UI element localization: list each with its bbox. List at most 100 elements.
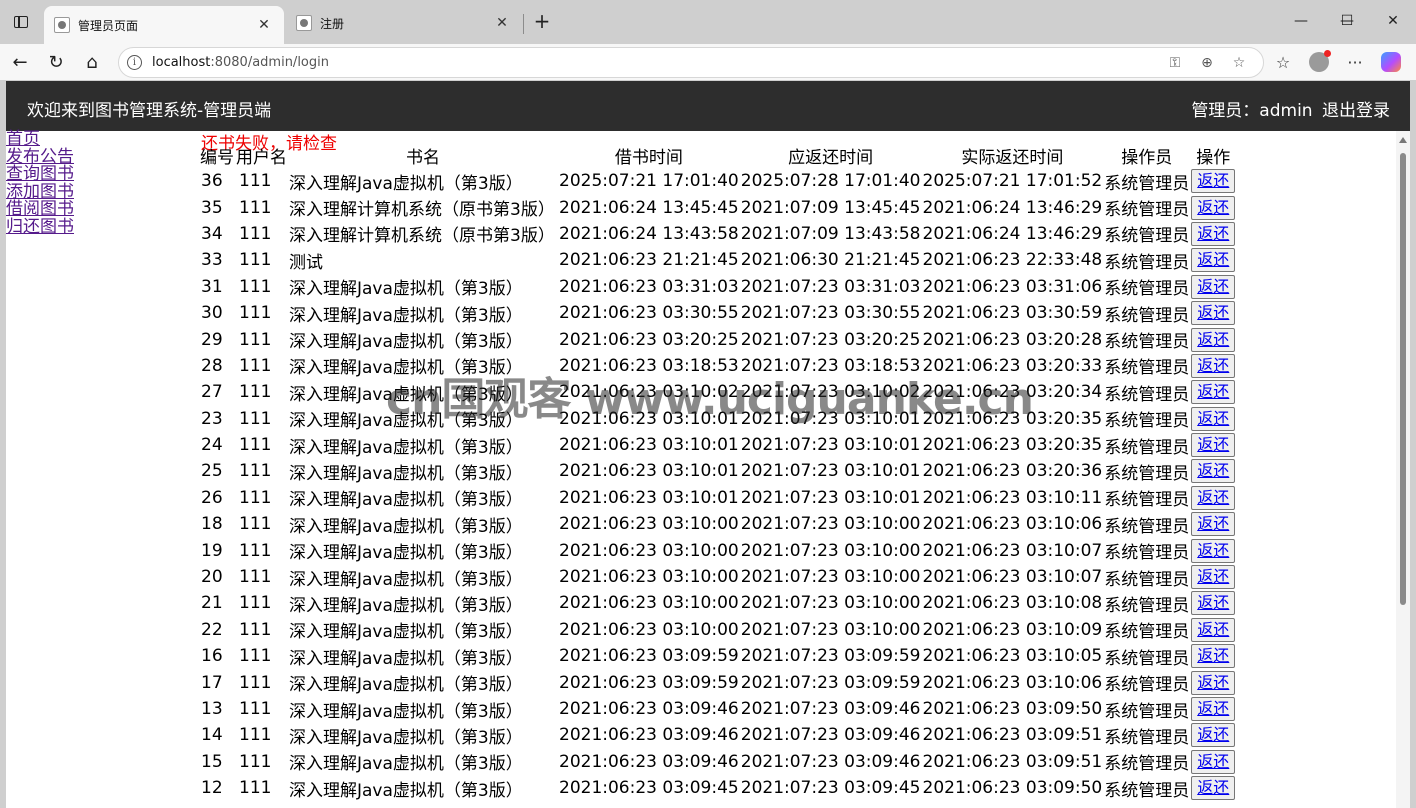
cell-username: 111 bbox=[239, 461, 272, 482]
tab-close-icon[interactable]: ✕ bbox=[256, 17, 272, 33]
return-button[interactable]: 返还 bbox=[1191, 221, 1236, 246]
cell-return-time: 2021:06:23 03:20:33 bbox=[922, 355, 1103, 376]
return-button[interactable]: 返还 bbox=[1191, 406, 1236, 431]
window-close-icon[interactable]: ✕ bbox=[1370, 8, 1416, 34]
return-button[interactable]: 返还 bbox=[1191, 538, 1236, 563]
return-button[interactable]: 返还 bbox=[1191, 565, 1236, 590]
cell-id: 14 bbox=[201, 725, 223, 746]
return-button[interactable]: 返还 bbox=[1191, 485, 1236, 510]
user-area: 管理员：admin 退出登录 bbox=[1187, 96, 1390, 121]
cell-action: 返还 bbox=[1190, 511, 1236, 537]
scroll-up-icon[interactable] bbox=[1399, 137, 1407, 143]
return-button[interactable]: 返还 bbox=[1191, 248, 1236, 273]
return-button[interactable]: 返还 bbox=[1191, 617, 1236, 642]
cell-return-time: 2021:06:24 13:46:29 bbox=[922, 197, 1103, 218]
profile-avatar[interactable] bbox=[1306, 49, 1332, 75]
logout-link[interactable]: 退出登录 bbox=[1322, 101, 1390, 121]
cell-id: 36 bbox=[201, 171, 223, 192]
return-button[interactable]: 返还 bbox=[1191, 776, 1236, 801]
cell-return-time: 2021:06:23 03:09:50 bbox=[922, 699, 1103, 719]
cell-username: 111 bbox=[239, 619, 272, 640]
return-button[interactable]: 返还 bbox=[1191, 459, 1236, 484]
return-button[interactable]: 返还 bbox=[1191, 433, 1236, 458]
return-button[interactable]: 返还 bbox=[1191, 327, 1236, 352]
cell-action: 返还 bbox=[1190, 221, 1236, 247]
new-tab-icon[interactable]: + bbox=[531, 10, 553, 34]
cell-due-time: 2021:07:23 03:10:00 bbox=[740, 540, 921, 561]
return-button[interactable]: 返还 bbox=[1191, 301, 1236, 326]
cell-borrow-time: 2021:06:23 03:10:01 bbox=[559, 487, 739, 508]
nav-return-book[interactable]: 归还图书 bbox=[6, 218, 96, 237]
return-button[interactable]: 返还 bbox=[1191, 380, 1236, 405]
cell-username: 111 bbox=[239, 540, 272, 561]
table-row: 33 111 测试 2021:06:23 21:21:45 2021:06:30 21:… bbox=[199, 247, 1236, 273]
nav-home[interactable]: 首页 bbox=[6, 130, 96, 149]
return-button[interactable]: 返还 bbox=[1191, 749, 1236, 774]
return-button[interactable]: 返还 bbox=[1191, 512, 1236, 537]
cell-username: 111 bbox=[239, 593, 272, 614]
cell-action: 返还 bbox=[1190, 353, 1236, 379]
cell-borrow-time: 2021:06:23 03:09:46 bbox=[559, 751, 739, 772]
return-button[interactable]: 返还 bbox=[1191, 353, 1236, 378]
url-text[interactable]: localhost:8080/admin/login bbox=[152, 55, 329, 70]
return-button[interactable]: 返还 bbox=[1191, 644, 1236, 669]
copilot-button[interactable] bbox=[1378, 49, 1404, 75]
favorite-star-icon[interactable]: ☆ bbox=[1229, 53, 1249, 73]
minimize-icon[interactable]: — bbox=[1278, 8, 1324, 34]
tab-register[interactable]: 注册 ✕ bbox=[286, 6, 522, 40]
cell-id: 24 bbox=[201, 435, 223, 456]
home-icon[interactable]: ⌂ bbox=[78, 49, 106, 75]
tab-admin-page[interactable]: 管理员页面 ✕ bbox=[44, 6, 284, 44]
zoom-icon[interactable]: ⊕ bbox=[1197, 53, 1217, 73]
cell-username: 111 bbox=[239, 303, 272, 324]
tab-title: 管理员页面 bbox=[78, 18, 139, 33]
tab-close-icon[interactable]: ✕ bbox=[494, 15, 510, 31]
cell-due-time: 2021:07:23 03:31:03 bbox=[740, 276, 921, 297]
cell-return-time: 2021:06:23 03:20:34 bbox=[922, 382, 1103, 403]
cell-operator: 系统管理员 bbox=[1104, 279, 1190, 300]
return-button[interactable]: 返还 bbox=[1191, 697, 1236, 721]
cell-return-time: 2021:06:23 03:10:06 bbox=[922, 514, 1103, 535]
cell-borrow-time: 2021:06:23 03:09:46 bbox=[559, 699, 739, 719]
cell-book: 深入理解Java虚拟机（第3版） bbox=[289, 411, 523, 432]
cell-action: 返还 bbox=[1190, 300, 1236, 326]
reload-icon[interactable]: ↻ bbox=[42, 49, 70, 75]
return-button[interactable]: 返还 bbox=[1191, 723, 1236, 748]
cell-operator: 系统管理员 bbox=[1104, 490, 1190, 511]
return-button[interactable]: 返还 bbox=[1191, 169, 1236, 194]
cell-due-time: 2021:07:23 03:30:55 bbox=[740, 303, 921, 324]
table-row: 36 111 深入理解Java虚拟机（第3版） 2025:07:21 17:01:40… bbox=[199, 168, 1236, 194]
return-button[interactable]: 返还 bbox=[1191, 670, 1236, 695]
cell-action: 返还 bbox=[1190, 458, 1236, 484]
cell-operator: 系统管理员 bbox=[1104, 305, 1190, 326]
vertical-scrollbar[interactable] bbox=[1396, 131, 1410, 808]
key-icon[interactable]: ⚿ bbox=[1165, 53, 1185, 73]
favicon-icon bbox=[296, 15, 312, 31]
more-menu-icon[interactable]: ··· bbox=[1342, 49, 1368, 75]
cell-username: 111 bbox=[239, 778, 272, 799]
table-row: 24 111 深入理解Java虚拟机（第3版） 2021:06:23 03:10:01… bbox=[199, 432, 1236, 458]
cell-book: 深入理解Java虚拟机（第3版） bbox=[289, 516, 523, 537]
scroll-thumb[interactable] bbox=[1400, 153, 1406, 605]
favorites-icon[interactable]: ☆ bbox=[1270, 49, 1296, 75]
cell-book: 深入理解Java虚拟机（第3版） bbox=[289, 648, 523, 669]
address-bar[interactable]: i localhost:8080/admin/login ⚿ ⊕ ☆ bbox=[118, 47, 1264, 78]
return-button[interactable]: 返还 bbox=[1191, 274, 1236, 299]
back-icon[interactable]: ← bbox=[6, 49, 34, 75]
col-return-time: 实际返还时间 bbox=[961, 148, 1064, 168]
cell-action: 返还 bbox=[1190, 194, 1236, 220]
table-row: 20 111 深入理解Java虚拟机（第3版） 2021:06:23 03:10:00… bbox=[199, 564, 1236, 590]
cell-username: 111 bbox=[239, 672, 272, 693]
return-button[interactable]: 返还 bbox=[1191, 591, 1236, 616]
cell-borrow-time: 2021:06:23 03:18:53 bbox=[559, 355, 739, 376]
cell-operator: 系统管理员 bbox=[1104, 332, 1190, 353]
return-button[interactable]: 返还 bbox=[1191, 195, 1236, 220]
table-row: 35 111 深入理解计算机系统（原书第3版） 2021:06:24 13:45:45… bbox=[199, 194, 1236, 220]
cell-id: 15 bbox=[201, 751, 223, 772]
cell-action: 返还 bbox=[1190, 274, 1236, 300]
sidebar-toggle-icon[interactable] bbox=[8, 11, 34, 33]
cell-action: 返还 bbox=[1190, 749, 1236, 775]
site-info-icon[interactable]: i bbox=[127, 55, 142, 70]
maximize-icon[interactable]: ☐ bbox=[1324, 8, 1370, 34]
cell-operator: 系统管理员 bbox=[1104, 463, 1190, 484]
